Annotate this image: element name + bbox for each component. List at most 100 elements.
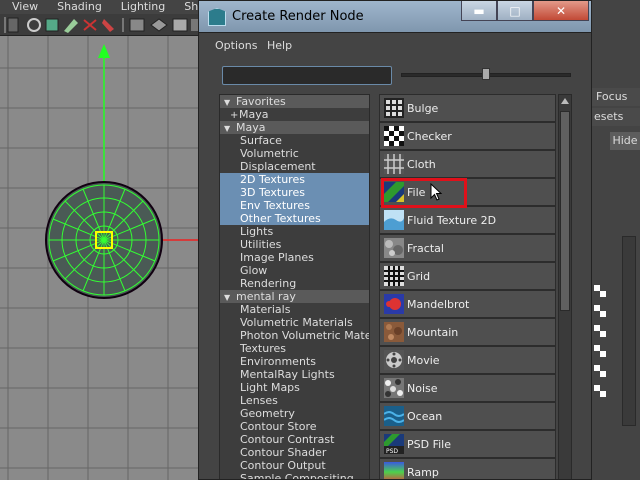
node-label: Grid — [407, 269, 431, 283]
tree-header-favorites[interactable]: ▼ Favorites — [220, 95, 369, 108]
bulge-icon — [384, 98, 404, 118]
presets-button[interactable]: esets — [592, 108, 640, 126]
tree-item-contour-store[interactable]: Contour Store — [220, 420, 369, 433]
mountain-icon — [384, 322, 404, 342]
node-grid[interactable]: Grid — [379, 262, 556, 290]
node-label: Mandelbrot — [407, 297, 470, 311]
node-label: Ocean — [407, 409, 443, 423]
node-label: Cloth — [407, 157, 436, 171]
tree-item-sample-compositing[interactable]: Sample Compositing — [220, 472, 369, 479]
perspective-viewport[interactable] — [0, 36, 200, 480]
node-label: Noise — [407, 381, 438, 395]
node-mandelbrot[interactable]: Mandelbrot — [379, 290, 556, 318]
dialog-title: Create Render Node — [232, 9, 364, 24]
scroll-up-arrow-icon[interactable] — [561, 98, 569, 104]
tree-item-geometry[interactable]: Geometry — [220, 407, 369, 420]
focus-button[interactable]: Focus — [592, 88, 640, 106]
close-button[interactable]: ✕ — [533, 1, 589, 21]
checker-icon — [384, 126, 404, 146]
viewport-menu-shading[interactable]: Shading — [45, 0, 109, 14]
node-bulge[interactable]: Bulge — [379, 94, 556, 122]
tree-header-mental-ray[interactable]: ▼ mental ray — [220, 290, 369, 303]
node-label: Ramp — [407, 465, 439, 479]
tree-item-volumetric[interactable]: Volumetric — [220, 147, 369, 160]
node-list: Bulge Checker Cloth File Fluid Texture 2… — [379, 94, 556, 479]
maximize-icon: □ — [509, 3, 521, 18]
node-checker[interactable]: Checker — [379, 122, 556, 150]
tree-item-lights[interactable]: Lights — [220, 225, 369, 238]
scrollbar-thumb[interactable] — [560, 111, 570, 311]
maximize-button[interactable]: □ — [497, 1, 533, 21]
movie-icon — [384, 350, 404, 370]
tree-item-materials[interactable]: Materials — [220, 303, 369, 316]
ramp-icon — [384, 462, 404, 479]
collapse-arrow-icon: ▼ — [224, 293, 231, 302]
dialog-menubar: Options Help — [199, 34, 591, 56]
viewport-toolbar — [0, 14, 200, 36]
file-highlight-box — [381, 178, 467, 208]
tree-item-volumetric-materials[interactable]: Volumetric Materials — [220, 316, 369, 329]
node-ocean[interactable]: Ocean — [379, 402, 556, 430]
maya-app-icon — [208, 8, 226, 26]
category-tree: ▼ Favorites +Maya ▼ Maya Surface Volumetri… — [219, 94, 370, 479]
tree-item-utilities[interactable]: Utilities — [220, 238, 369, 251]
tree-item-contour-shader[interactable]: Contour Shader — [220, 446, 369, 459]
node-mountain[interactable]: Mountain — [379, 318, 556, 346]
panel-scrollbar[interactable] — [622, 236, 636, 426]
node-fluid-texture-2d[interactable]: Fluid Texture 2D — [379, 206, 556, 234]
window-controls: ▬ □ ✕ — [461, 1, 589, 23]
tree-item-displacement[interactable]: Displacement — [220, 160, 369, 173]
tree-item-environments[interactable]: Environments — [220, 355, 369, 368]
tree-item-image-planes[interactable]: Image Planes — [220, 251, 369, 264]
viewport-toolbar-icons[interactable] — [0, 14, 200, 36]
node-fractal[interactable]: Fractal — [379, 234, 556, 262]
tree-item-other-textures[interactable]: Other Textures — [220, 212, 369, 225]
tree-header-maya[interactable]: ▼ Maya — [220, 121, 369, 134]
noise-icon — [384, 378, 404, 398]
minimize-button[interactable]: ▬ — [461, 1, 497, 21]
node-psd-file[interactable]: PSD PSD File — [379, 430, 556, 458]
icon-size-slider-handle[interactable] — [482, 68, 490, 80]
node-movie[interactable]: Movie — [379, 346, 556, 374]
tree-item-favorites-maya[interactable]: +Maya — [220, 108, 369, 121]
grid-icon — [384, 266, 404, 286]
tree-item-2d-textures[interactable]: 2D Textures — [220, 173, 369, 186]
search-input[interactable] — [222, 66, 392, 85]
viewport-menu-lighting[interactable]: Lighting — [109, 0, 172, 14]
tree-item-rendering[interactable]: Rendering — [220, 277, 369, 290]
menu-help[interactable]: Help — [267, 39, 292, 52]
node-noise[interactable]: Noise — [379, 374, 556, 402]
minimize-icon: ▬ — [473, 3, 485, 18]
node-label: Mountain — [407, 325, 459, 339]
node-label: Bulge — [407, 101, 439, 115]
menu-options[interactable]: Options — [215, 39, 257, 52]
tree-item-light-maps[interactable]: Light Maps — [220, 381, 369, 394]
tree-item-3d-textures[interactable]: 3D Textures — [220, 186, 369, 199]
tree-item-photon-volumetric-materials[interactable]: Photon Volumetric Materi... — [220, 329, 369, 342]
node-ramp[interactable]: Ramp — [379, 458, 556, 479]
create-render-node-dialog: Create Render Node ▬ □ ✕ Options Help ▼ F… — [198, 0, 592, 480]
tree-item-textures[interactable]: Textures — [220, 342, 369, 355]
collapse-arrow-icon: ▼ — [224, 124, 231, 133]
tree-item-contour-output[interactable]: Contour Output — [220, 459, 369, 472]
tree-item-surface[interactable]: Surface — [220, 134, 369, 147]
node-label: PSD File — [407, 437, 451, 451]
node-label: Checker — [407, 129, 452, 143]
tree-item-env-textures[interactable]: Env Textures — [220, 199, 369, 212]
node-label: Movie — [407, 353, 440, 367]
psd-file-icon: PSD — [384, 434, 404, 454]
tree-item-glow[interactable]: Glow — [220, 264, 369, 277]
dialog-titlebar[interactable]: Create Render Node ▬ □ ✕ — [199, 1, 591, 33]
close-icon: ✕ — [555, 3, 567, 18]
mandelbrot-icon — [384, 294, 404, 314]
node-cloth[interactable]: Cloth — [379, 150, 556, 178]
tree-item-lenses[interactable]: Lenses — [220, 394, 369, 407]
viewport-menu-view[interactable]: View — [0, 0, 45, 14]
fractal-icon — [384, 238, 404, 258]
viewport-scene — [0, 36, 200, 480]
node-label: Fractal — [407, 241, 444, 255]
tree-item-contour-contrast[interactable]: Contour Contrast — [220, 433, 369, 446]
hide-button[interactable]: Hide — [610, 132, 640, 150]
tree-item-mentalray-lights[interactable]: MentalRay Lights — [220, 368, 369, 381]
node-list-scrollbar[interactable] — [558, 94, 572, 479]
